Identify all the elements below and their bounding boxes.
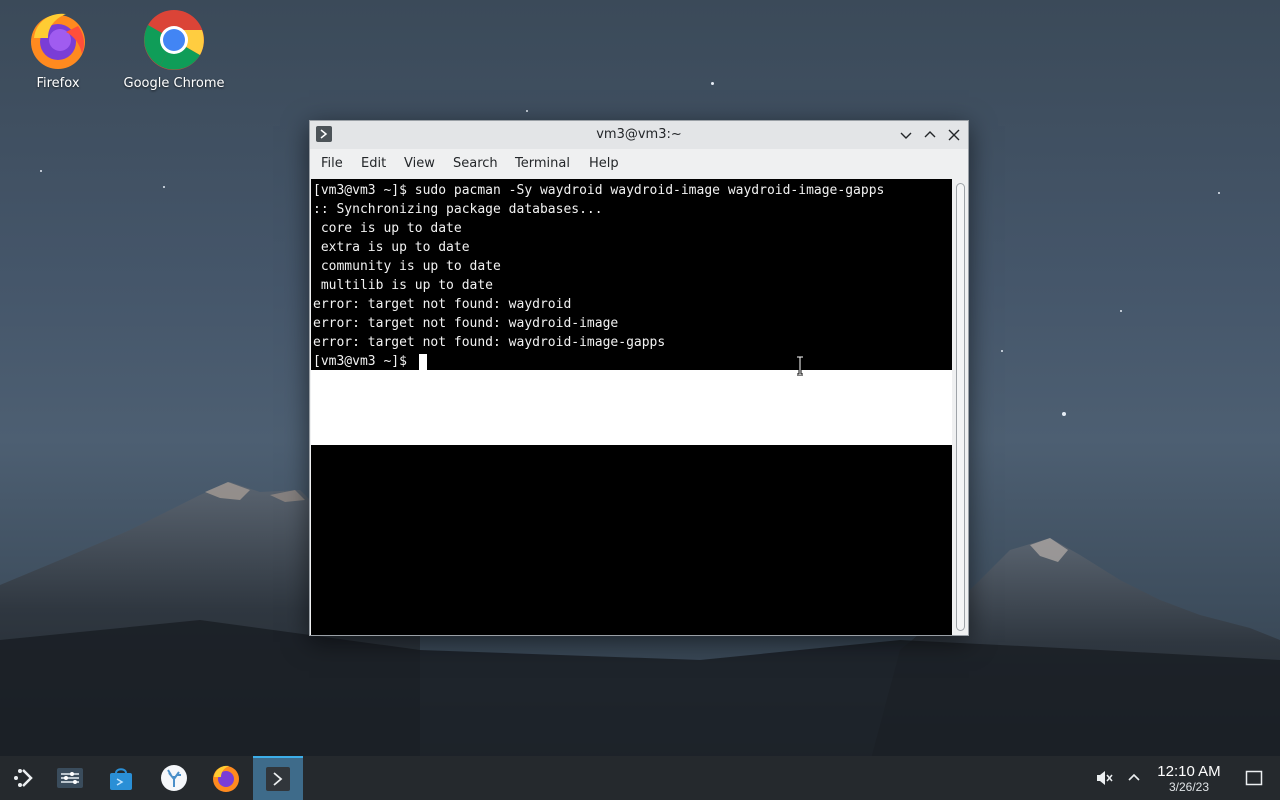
settings-sliders-icon — [57, 768, 83, 788]
desktop-icon-label: Firefox — [36, 76, 80, 91]
application-launcher-button[interactable] — [0, 756, 48, 800]
menu-terminal[interactable]: Terminal — [515, 149, 570, 179]
desktop-icon-firefox[interactable]: Firefox — [3, 8, 113, 91]
digital-clock[interactable]: 12:10 AM 3/26/23 — [1148, 763, 1230, 795]
terminal-line: [vm3@vm3 ~]$ sudo pacman -Sy waydroid wa… — [313, 183, 885, 198]
shopping-bag-icon — [110, 768, 132, 790]
chrome-icon — [142, 8, 206, 72]
terminal-prompt: [vm3@vm3 ~]$ — [313, 354, 415, 369]
clock-time: 12:10 AM — [1157, 763, 1221, 780]
terminal-line: core is up to date — [313, 221, 462, 236]
menu-edit[interactable]: Edit — [361, 149, 386, 179]
menu-help[interactable]: Help — [589, 149, 619, 179]
taskbar-app-store[interactable] — [150, 756, 198, 800]
close-button[interactable] — [944, 125, 964, 145]
minimize-button[interactable] — [896, 125, 916, 145]
menu-search[interactable]: Search — [453, 149, 498, 179]
chevron-up-icon — [1128, 773, 1140, 781]
terminal-line: error: target not found: waydroid-image-… — [313, 335, 666, 350]
terminal-line: multilib is up to date — [313, 278, 494, 293]
desktop: Firefox Google Chrome vm3@vm3:~ File Edi… — [0, 0, 1280, 800]
terminal-line: :: Synchronizing package databases... — [313, 202, 603, 217]
close-icon — [948, 129, 960, 141]
terminal-scrollbar[interactable] — [956, 183, 965, 631]
desktop-icon-google-chrome[interactable]: Google Chrome — [119, 8, 229, 91]
menu-bar: File Edit View Search Terminal Help — [310, 149, 968, 179]
window-title: vm3@vm3:~ — [596, 127, 682, 142]
clock-date: 3/26/23 — [1168, 780, 1210, 794]
menu-view[interactable]: View — [404, 149, 435, 179]
firefox-icon — [213, 765, 239, 792]
show-desktop-button[interactable] — [1232, 756, 1276, 800]
show-desktop-icon — [1245, 770, 1263, 786]
terminal-line: error: target not found: waydroid — [313, 297, 572, 312]
terminal-line: community is up to date — [313, 259, 501, 274]
taskbar-konsole-active[interactable] — [253, 756, 303, 800]
terminal-line: extra is up to date — [313, 240, 470, 255]
coral-icon — [161, 765, 187, 791]
terminal-icon — [266, 767, 290, 791]
chevron-down-icon — [900, 132, 912, 139]
window-titlebar[interactable]: vm3@vm3:~ — [310, 121, 968, 149]
maximize-button[interactable] — [920, 125, 940, 145]
firefox-icon — [26, 8, 90, 72]
terminal-output[interactable]: [vm3@vm3 ~]$ sudo pacman -Sy waydroid wa… — [311, 179, 952, 635]
speaker-muted-icon — [1097, 771, 1113, 785]
taskbar-discover[interactable] — [97, 756, 145, 800]
render-artifact — [311, 370, 952, 445]
taskbar-system-settings[interactable] — [46, 756, 94, 800]
menu-file[interactable]: File — [321, 149, 343, 179]
taskbar: 12:10 AM 3/26/23 — [0, 756, 1280, 800]
terminal-line: error: target not found: waydroid-image — [313, 316, 619, 331]
launcher-icon — [14, 769, 33, 787]
desktop-icon-label: Google Chrome — [123, 76, 225, 91]
text-cursor — [419, 354, 427, 370]
taskbar-firefox[interactable] — [202, 756, 250, 800]
chevron-up-icon — [924, 131, 936, 138]
terminal-window[interactable]: vm3@vm3:~ File Edit View Search Terminal… — [309, 120, 969, 636]
ibeam-cursor-icon — [797, 356, 803, 376]
